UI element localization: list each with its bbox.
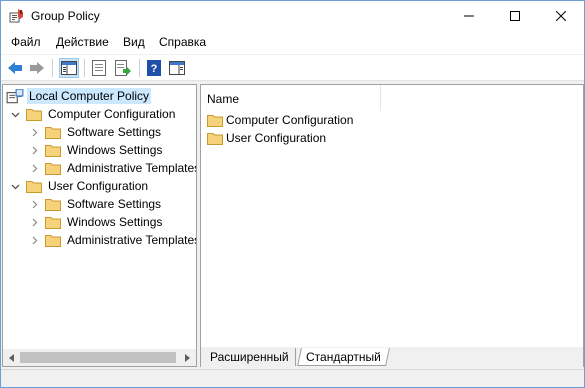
folder-icon <box>45 198 61 211</box>
chevron-down-icon[interactable] <box>10 109 20 119</box>
column-header-label: Name <box>207 92 240 106</box>
list-item-label: Computer Configuration <box>226 113 354 127</box>
minimize-icon <box>464 15 474 17</box>
folder-icon <box>45 162 61 175</box>
tree-item-user-software-settings[interactable]: Software Settings <box>29 195 163 213</box>
back-icon <box>8 62 22 74</box>
tree-label: Local Computer Policy <box>27 88 152 104</box>
tree-label: Administrative Templates <box>67 161 197 175</box>
tree-item-user-windows-settings[interactable]: Windows Settings <box>29 213 164 231</box>
back-button[interactable] <box>5 58 25 78</box>
export-list-icon <box>115 60 131 76</box>
folder-icon <box>45 126 61 139</box>
tree-item-computer-software-settings[interactable]: Software Settings <box>29 123 163 141</box>
export-list-button[interactable] <box>113 58 133 78</box>
tree-item-computer-windows-settings[interactable]: Windows Settings <box>29 141 164 159</box>
title-bar[interactable]: Group Policy <box>1 1 584 31</box>
list-item-user-configuration[interactable]: User Configuration <box>207 129 326 147</box>
close-icon <box>556 11 566 21</box>
tree-item-computer-administrative-templates[interactable]: Administrative Templates <box>29 159 197 177</box>
maximize-button[interactable] <box>492 1 538 31</box>
scroll-thumb[interactable] <box>20 352 176 363</box>
minimize-button[interactable] <box>446 1 492 31</box>
tree-label: Software Settings <box>67 197 162 211</box>
tab-standard[interactable]: Стандартный <box>297 348 390 366</box>
chevron-right-icon[interactable] <box>29 217 39 227</box>
menu-help[interactable]: Справка <box>159 35 206 49</box>
chevron-right-icon[interactable] <box>29 235 39 245</box>
folder-icon <box>207 114 223 127</box>
folder-icon <box>45 216 61 229</box>
maximize-icon <box>510 11 520 21</box>
chevron-right-icon[interactable] <box>29 199 39 209</box>
menu-view[interactable]: Вид <box>123 35 145 49</box>
tree-label: Software Settings <box>67 125 162 139</box>
tree-item-computer-configuration[interactable]: Computer Configuration <box>10 105 177 123</box>
properties-button[interactable] <box>89 58 109 78</box>
help-button[interactable]: ? <box>144 58 164 78</box>
folder-icon <box>26 108 42 121</box>
tab-standard-label: Стандартный <box>306 350 381 364</box>
chevron-right-icon[interactable] <box>29 127 39 137</box>
forward-button[interactable] <box>27 58 47 78</box>
show-action-pane-icon <box>169 61 185 75</box>
details-pane[interactable]: Name Computer Configuration User Configu… <box>200 84 584 367</box>
folder-icon <box>45 144 61 157</box>
tab-extended[interactable]: Расширенный <box>204 348 296 366</box>
scroll-right-icon <box>185 353 190 362</box>
chevron-down-icon[interactable] <box>10 181 20 191</box>
group-policy-app-icon <box>9 9 23 23</box>
tree-label: Administrative Templates <box>67 233 197 247</box>
tree-label: Computer Configuration <box>48 107 176 121</box>
menu-file[interactable]: Файл <box>11 35 41 49</box>
show-hide-console-tree-button[interactable] <box>59 58 79 78</box>
folder-icon <box>45 234 61 247</box>
list-item-computer-configuration[interactable]: Computer Configuration <box>207 111 353 129</box>
column-header-name[interactable]: Name <box>201 85 381 111</box>
svg-text:?: ? <box>151 63 158 75</box>
folder-icon <box>26 180 42 193</box>
tree-item-user-administrative-templates[interactable]: Administrative Templates <box>29 231 197 249</box>
tree-item-local-computer-policy[interactable]: Local Computer Policy <box>6 87 152 105</box>
show-hide-console-tree-icon <box>61 61 77 75</box>
close-button[interactable] <box>538 1 584 31</box>
scroll-left-button[interactable] <box>3 349 20 366</box>
tree-label: Windows Settings <box>67 143 163 157</box>
tree-label: Windows Settings <box>67 215 163 229</box>
toolbar: ? <box>1 55 584 81</box>
scroll-left-icon <box>9 353 14 362</box>
list-item-label: User Configuration <box>226 131 327 145</box>
show-action-pane-button[interactable] <box>167 58 187 78</box>
view-tabs: Расширенный Стандартный <box>201 347 583 367</box>
status-bar <box>1 369 584 387</box>
properties-icon <box>92 60 106 76</box>
chevron-right-icon[interactable] <box>29 163 39 173</box>
tree-item-user-configuration[interactable]: User Configuration <box>10 177 150 195</box>
group-policy-window: Group Policy Файл Действие Вид Справка ?… <box>0 0 585 388</box>
chevron-right-icon[interactable] <box>29 145 39 155</box>
folder-icon <box>207 132 223 145</box>
forward-icon <box>30 62 44 74</box>
scroll-right-button[interactable] <box>179 349 196 366</box>
menu-bar: Файл Действие Вид Справка <box>1 31 584 54</box>
tree-horizontal-scrollbar[interactable] <box>3 349 196 366</box>
menu-action[interactable]: Действие <box>56 35 109 49</box>
computer-policy-icon <box>6 88 24 103</box>
window-title: Group Policy <box>31 9 100 23</box>
help-icon: ? <box>147 60 161 76</box>
tree-label: User Configuration <box>48 179 149 193</box>
console-tree[interactable]: Local Computer Policy Computer Configura… <box>2 84 197 367</box>
